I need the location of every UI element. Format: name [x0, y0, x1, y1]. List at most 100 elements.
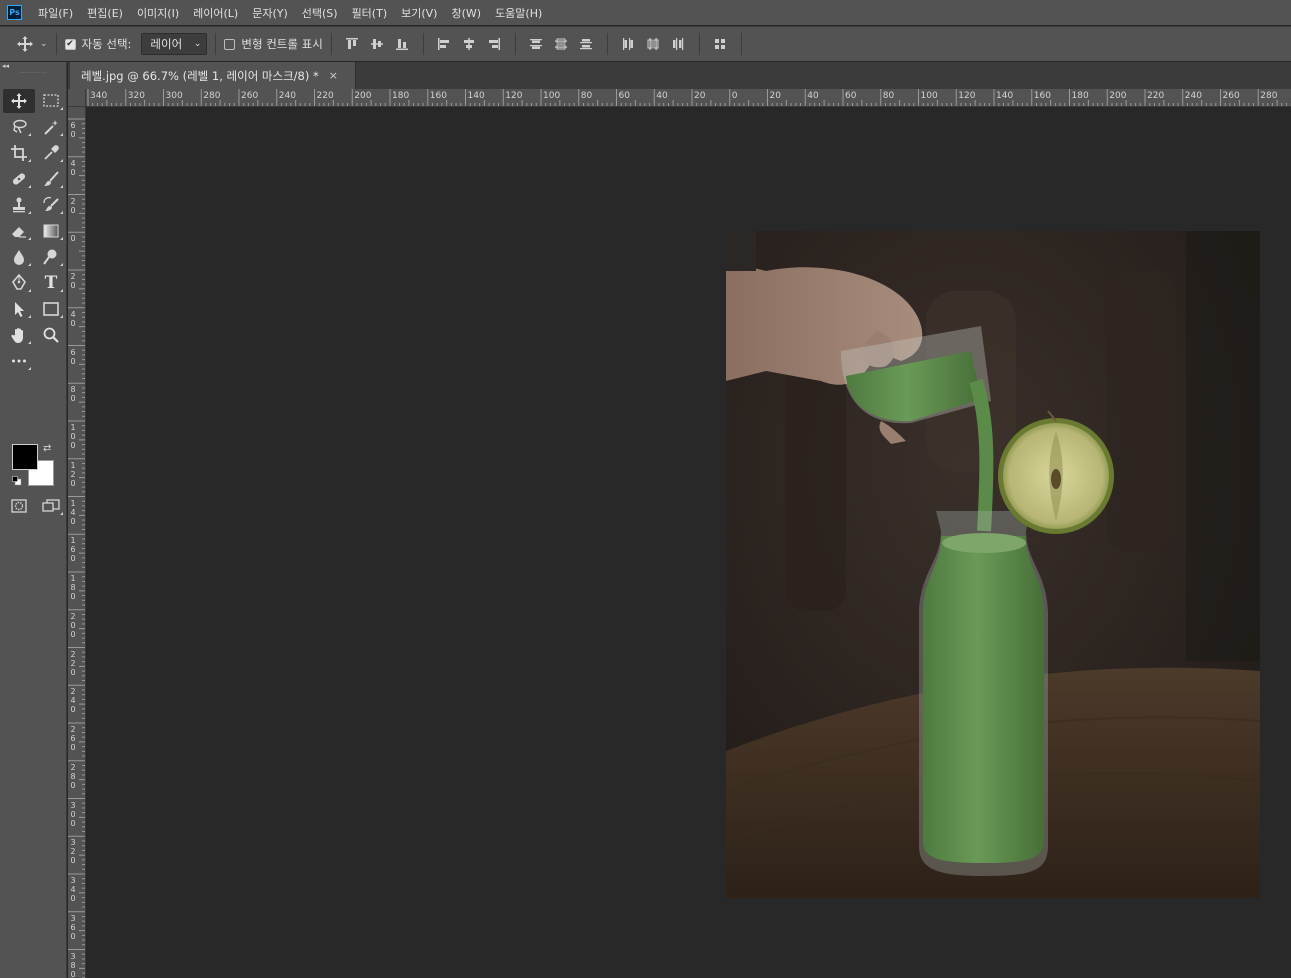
- menu-help[interactable]: 도움말(H): [495, 5, 542, 21]
- tool-group-corner-icon: [60, 315, 63, 318]
- menu-image[interactable]: 이미지(I): [137, 5, 179, 21]
- horizontal-ruler[interactable]: 340 320 300 280 260 240 220 200 180 160 140 120 100 8…: [86, 89, 1291, 107]
- menu-select[interactable]: 선택(S): [302, 5, 338, 21]
- distribute-center-icon: [555, 38, 568, 50]
- eyedropper-tool[interactable]: [35, 141, 67, 165]
- tool-group-corner-icon: [60, 237, 63, 240]
- rectangle-tool-icon: [43, 302, 59, 316]
- ruler-label: 320: [127, 91, 145, 101]
- document-tab[interactable]: 레벨.jpg @ 66.7% (레벨 1, 레이어 마스크/8) * ×: [70, 62, 356, 89]
- marquee-tool[interactable]: [35, 89, 67, 113]
- move-tool-icon: [11, 93, 27, 109]
- tool-grid: T: [3, 89, 67, 373]
- pen-tool-icon: [12, 274, 26, 290]
- ruler-label: 280: [203, 91, 221, 101]
- menu-bar: Ps 파일(F) 편집(E) 이미지(I) 레이어(L) 문자(Y) 선택(S)…: [0, 0, 1291, 25]
- lasso-tool[interactable]: [3, 115, 35, 139]
- ruler-label: 140: [996, 91, 1014, 101]
- gradient-tool[interactable]: [35, 219, 67, 243]
- history-brush-tool[interactable]: [35, 193, 67, 217]
- ruler-label: 60: [70, 121, 76, 139]
- close-icon[interactable]: ×: [329, 69, 338, 82]
- path-selection-tool-icon: [15, 302, 24, 317]
- chevron-down-icon: ⌄: [193, 39, 202, 49]
- ruler-label: 100: [70, 423, 76, 450]
- zoom-tool[interactable]: [35, 323, 67, 347]
- tool-group-corner-icon: [60, 289, 63, 292]
- menu-file[interactable]: 파일(F): [38, 5, 73, 21]
- ruler-label: 240: [278, 91, 296, 101]
- align-left-button[interactable]: [432, 33, 457, 55]
- canvas-area[interactable]: [87, 108, 1291, 978]
- ruler-label: 180: [1071, 91, 1089, 101]
- ruler-label: 60: [845, 91, 857, 101]
- ruler-label: 40: [70, 309, 76, 328]
- hand-tool[interactable]: [3, 323, 35, 347]
- blur-tool[interactable]: [3, 245, 35, 269]
- menu-window[interactable]: 창(W): [451, 5, 481, 21]
- ruler-label: 300: [70, 800, 76, 828]
- distribute-bottom-button[interactable]: [574, 33, 599, 55]
- distribute-horizontal-center-button[interactable]: [641, 33, 666, 55]
- pen-tool[interactable]: [3, 271, 35, 295]
- ruler-label: 80: [580, 91, 593, 101]
- ruler-label: 280: [70, 762, 76, 790]
- align-bottom-button[interactable]: [390, 33, 415, 55]
- dodge-tool[interactable]: [35, 245, 67, 269]
- tool-preset-picker[interactable]: ⌄: [16, 35, 48, 53]
- ruler-label: 260: [70, 725, 76, 752]
- panel-grip[interactable]: [20, 72, 46, 80]
- collapse-panel-icon[interactable]: ◂◂: [0, 62, 66, 70]
- ruler-label: 60: [618, 91, 630, 101]
- distribute-right-button[interactable]: [666, 33, 691, 55]
- align-right-button[interactable]: [482, 33, 507, 55]
- vertical-ruler[interactable]: 6040200204060801001201401601802002202402…: [68, 107, 86, 978]
- auto-select-target-dropdown[interactable]: 레이어 ⌄: [141, 33, 208, 55]
- crop-tool[interactable]: [3, 141, 35, 165]
- menu-view[interactable]: 보기(V): [401, 5, 437, 21]
- separator: [698, 33, 700, 55]
- tool-group-corner-icon: [60, 133, 63, 136]
- distribute-left-button[interactable]: [616, 33, 641, 55]
- align-top-button[interactable]: [340, 33, 365, 55]
- tool-group-corner-icon: [28, 133, 31, 136]
- separator: [514, 33, 516, 55]
- distribute-horizontal-center-icon: [647, 38, 659, 50]
- healing-brush-tool[interactable]: [3, 167, 35, 191]
- move-tool[interactable]: [3, 89, 35, 113]
- ruler-label: 280: [1260, 91, 1278, 101]
- magic-wand-tool[interactable]: [35, 115, 67, 139]
- eraser-tool-icon: [12, 227, 26, 238]
- more-tools[interactable]: [3, 349, 35, 373]
- transform-controls-checkbox[interactable]: [224, 38, 236, 50]
- tool-group-corner-icon: [28, 341, 31, 344]
- auto-align-button[interactable]: [708, 33, 733, 55]
- quick-mask-button[interactable]: [3, 494, 35, 518]
- document-image[interactable]: [726, 231, 1260, 898]
- auto-select-checkbox[interactable]: ✔: [64, 38, 76, 50]
- menu-filter[interactable]: 필터(T): [352, 5, 388, 21]
- align-horizontal-center-button[interactable]: [457, 33, 482, 55]
- screen-mode-button[interactable]: [35, 494, 67, 518]
- brush-tool[interactable]: [35, 167, 67, 191]
- menu-layer[interactable]: 레이어(L): [193, 5, 238, 21]
- ruler-label: 200: [354, 91, 372, 101]
- distribute-center-button[interactable]: [549, 33, 574, 55]
- ruler-corner[interactable]: [68, 89, 86, 107]
- ruler-label: 80: [70, 385, 76, 404]
- align-vertical-center-button[interactable]: [365, 33, 390, 55]
- auto-select-target-value: 레이어: [150, 37, 183, 51]
- type-tool[interactable]: T: [35, 271, 67, 295]
- foreground-color-swatch[interactable]: [12, 444, 38, 470]
- ruler-label: 320: [70, 838, 76, 866]
- rectangle-tool[interactable]: [35, 297, 67, 321]
- swap-colors-icon[interactable]: ⇄: [43, 443, 51, 454]
- menu-type[interactable]: 문자(Y): [252, 5, 288, 21]
- menu-edit[interactable]: 편집(E): [87, 5, 123, 21]
- ruler-label: 0: [731, 91, 738, 101]
- clone-stamp-tool[interactable]: [3, 193, 35, 217]
- eraser-tool[interactable]: [3, 219, 35, 243]
- default-colors-icon[interactable]: [12, 476, 22, 486]
- distribute-top-button[interactable]: [524, 33, 549, 55]
- path-selection-tool[interactable]: [3, 297, 35, 321]
